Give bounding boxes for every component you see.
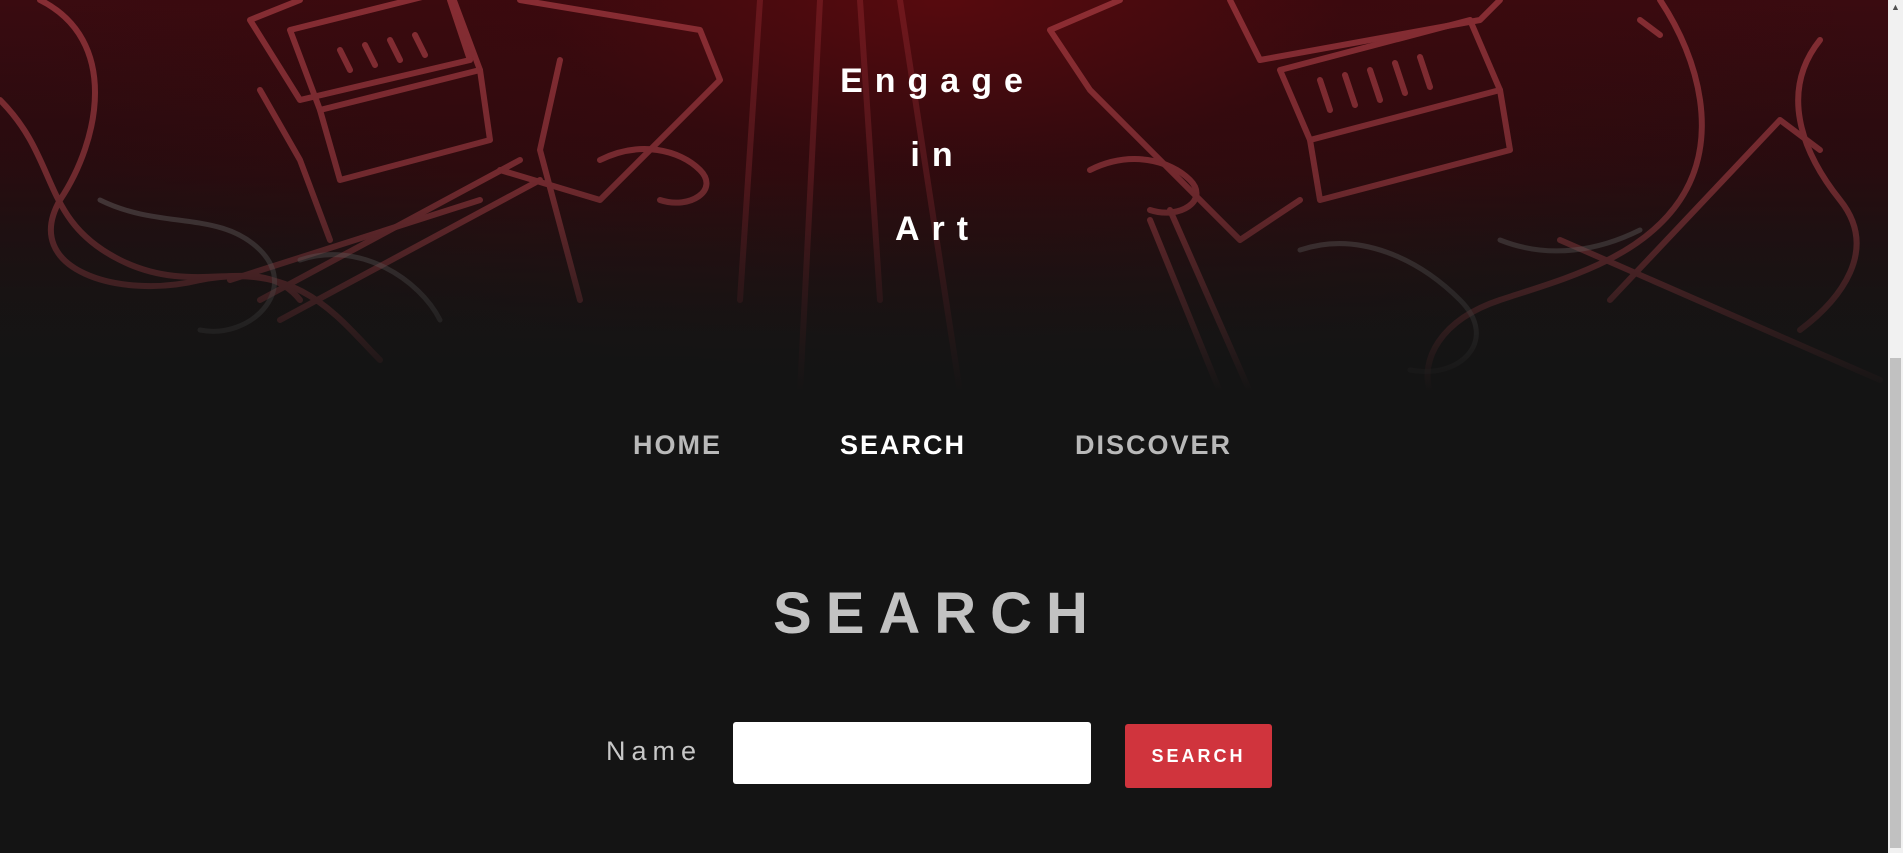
main-area: Engage in Art HOME SEARCH DISCOVER SEARC…	[0, 0, 1888, 853]
name-input[interactable]	[733, 722, 1091, 784]
name-label: Name	[606, 736, 703, 766]
search-button[interactable]: SEARCH	[1125, 724, 1272, 788]
title-line-3: Art	[894, 210, 981, 248]
page: Engage in Art HOME SEARCH DISCOVER SEARC…	[0, 0, 1903, 853]
site-title: Engage in Art	[0, 44, 1875, 266]
nav-item-discover[interactable]: DISCOVER	[1075, 430, 1232, 461]
hero-banner: Engage in Art	[0, 0, 1888, 392]
scroll-thumb[interactable]	[1890, 358, 1901, 848]
page-scrollbar[interactable]: ▲	[1888, 0, 1903, 853]
title-line-2: in	[910, 136, 965, 174]
page-title: SEARCH	[773, 581, 1102, 646]
nav-item-search[interactable]: SEARCH	[840, 430, 966, 461]
nav-item-home[interactable]: HOME	[633, 430, 722, 461]
title-line-1: Engage	[840, 62, 1035, 100]
scroll-up-arrow-icon[interactable]: ▲	[1888, 0, 1903, 15]
